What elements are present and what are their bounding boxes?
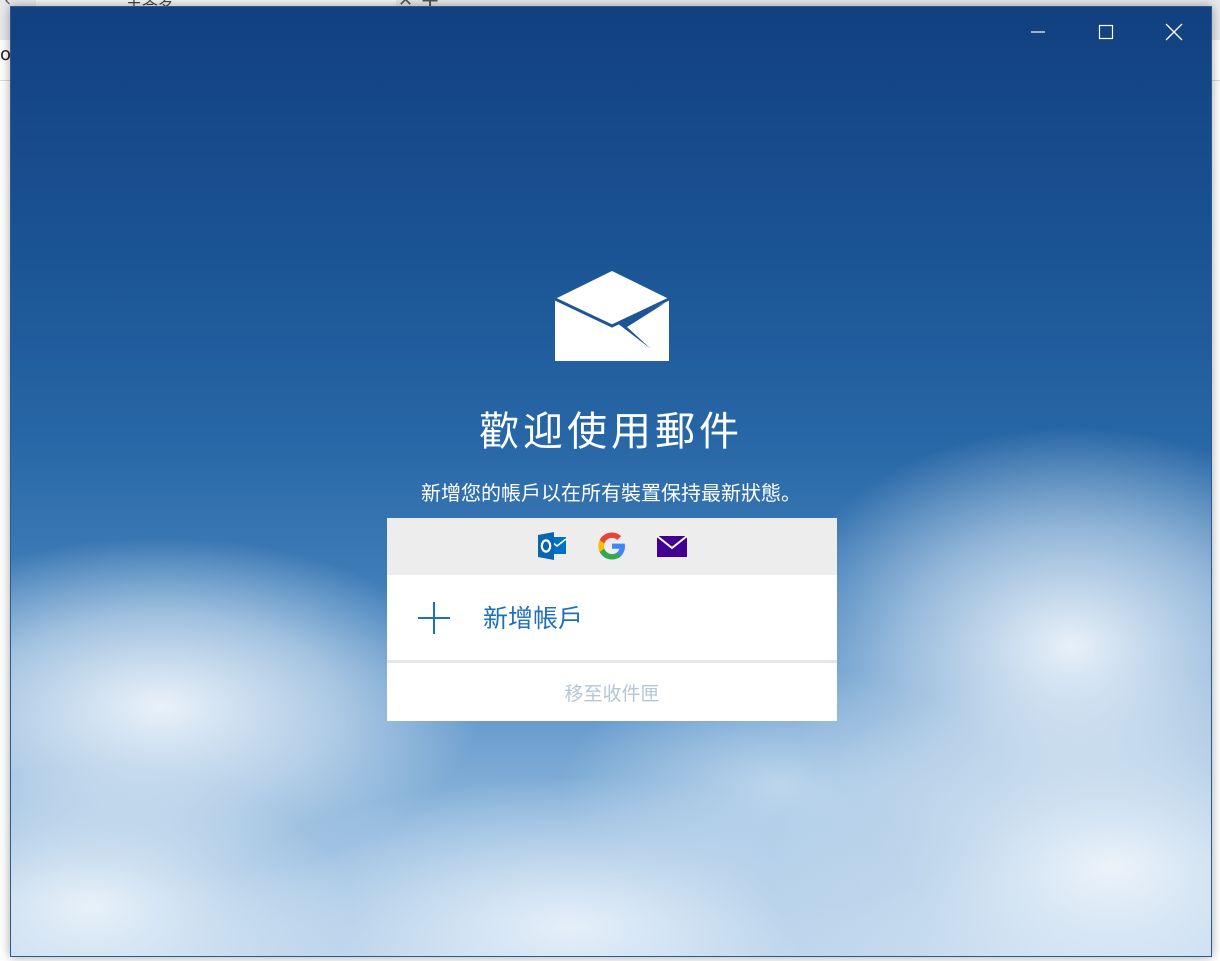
minimize-button[interactable] [1004,7,1072,57]
add-account-label: 新增帳戶 [483,604,584,633]
close-icon [1165,23,1183,41]
provider-icon-strip [387,518,837,575]
minimize-icon [1031,31,1045,33]
welcome-title: 歡迎使用郵件 [479,409,743,455]
mail-app-window: 歡迎使用郵件 新增您的帳戶以在所有裝置保持最新狀態。 新增帳戶 移至收件匣 [10,6,1212,957]
go-to-inbox-label: 移至收件匣 [564,683,660,705]
plus-icon [418,602,450,634]
maximize-button[interactable] [1072,7,1140,57]
outlook-icon [538,532,567,560]
yahoo-mail-icon [656,535,688,557]
google-icon [598,532,625,560]
welcome-subtitle: 新增您的帳戶以在所有裝置保持最新狀態。 [421,481,801,505]
go-to-inbox-button[interactable]: 移至收件匣 [387,663,837,721]
add-account-button[interactable]: 新增帳戶 [387,575,837,660]
close-button[interactable] [1140,7,1208,57]
mail-envelope-icon [555,271,669,361]
maximize-icon [1098,24,1114,40]
account-setup-card: 新增帳戶 移至收件匣 [387,518,837,721]
